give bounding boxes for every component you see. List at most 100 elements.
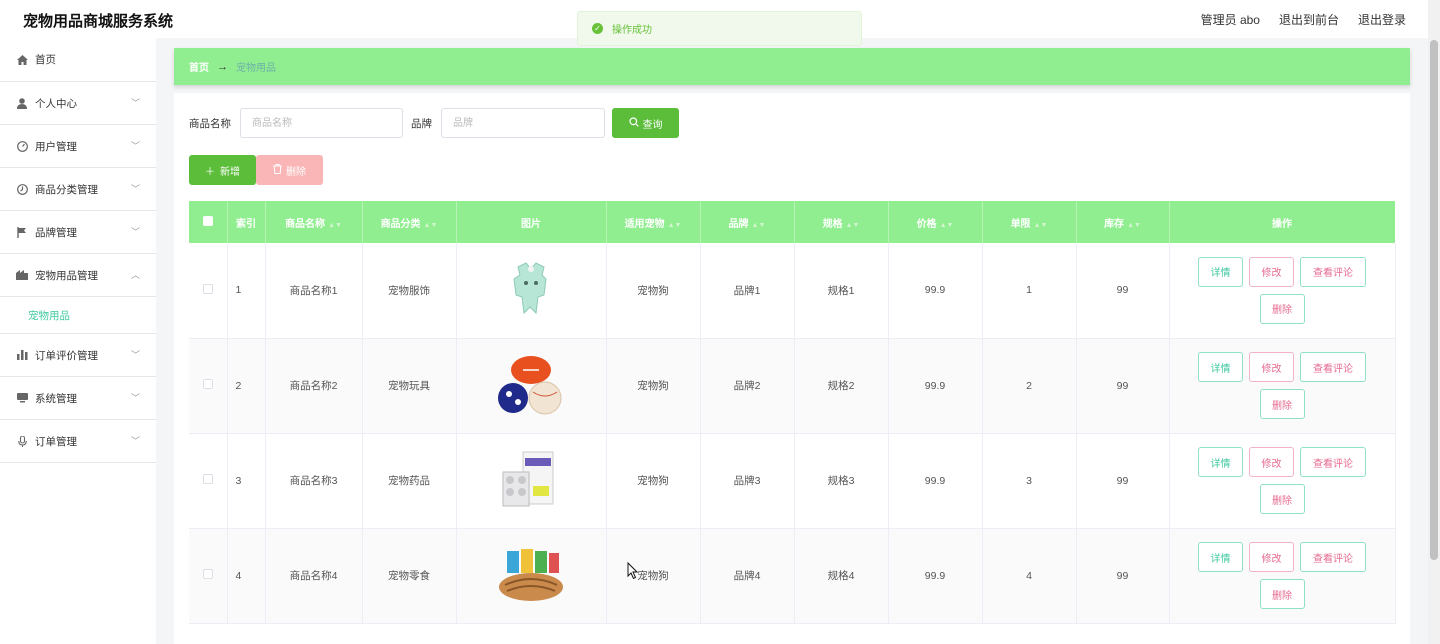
mouse-cursor-icon bbox=[627, 562, 639, 580]
cell-index: 1 bbox=[227, 243, 266, 339]
column-header[interactable]: 规格 ▲▼ bbox=[794, 201, 889, 243]
view-comments-button[interactable]: 查看评论 bbox=[1300, 352, 1366, 382]
cell-operations: 详情 修改 查看评论 删除 bbox=[1169, 338, 1396, 434]
chevron-down-icon: ﹀ bbox=[130, 98, 140, 108]
brand-search-input[interactable] bbox=[441, 108, 605, 138]
toast-message: 操作成功 bbox=[612, 25, 652, 36]
cell-pet: 宠物狗 bbox=[606, 338, 701, 434]
detail-button[interactable]: 详情 bbox=[1198, 542, 1243, 572]
cell-image bbox=[456, 338, 607, 434]
column-header[interactable]: 单限 ▲▼ bbox=[982, 201, 1077, 243]
sidebar: 首页 个人中心 ﹀ 用户管理 ﹀ 商品分类管理 ﹀ 品牌管理 ﹀ 宠物用品管理 … bbox=[0, 38, 156, 644]
chevron-down-icon: ﹀ bbox=[130, 227, 140, 237]
cell-brand: 品牌4 bbox=[700, 528, 795, 624]
cell-category: 宠物药品 bbox=[362, 433, 457, 529]
sidebar-item-reviews[interactable]: 订单评价管理 ﹀ bbox=[0, 334, 156, 377]
row-checkbox[interactable] bbox=[202, 569, 213, 579]
detail-button[interactable]: 详情 bbox=[1198, 256, 1243, 287]
cell-spec: 规格2 bbox=[794, 338, 889, 434]
row-select[interactable] bbox=[189, 528, 228, 624]
row-checkbox[interactable] bbox=[202, 474, 213, 484]
column-header[interactable]: 价格 ▲▼ bbox=[888, 201, 983, 243]
sidebar-item-label: 订单管理 bbox=[35, 435, 77, 448]
row-checkbox[interactable] bbox=[202, 283, 213, 294]
sidebar-item-users[interactable]: 用户管理 ﹀ bbox=[0, 125, 156, 168]
row-select[interactable] bbox=[189, 433, 228, 529]
select-all-header[interactable] bbox=[189, 201, 228, 243]
cell-limit: 3 bbox=[982, 433, 1077, 529]
sort-icon: ▲▼ bbox=[667, 221, 682, 229]
delete-button[interactable]: 删除 bbox=[1259, 579, 1305, 609]
name-search-input[interactable] bbox=[240, 108, 403, 138]
view-comments-button[interactable]: 查看评论 bbox=[1300, 447, 1366, 477]
sidebar-item-system[interactable]: 系统管理 ﹀ bbox=[0, 377, 156, 420]
add-button[interactable]: ＋ 新增 bbox=[189, 155, 256, 185]
to-front-link[interactable]: 退出到前台 bbox=[1279, 11, 1339, 28]
scrollbar-thumb[interactable] bbox=[1430, 40, 1438, 560]
select-all-checkbox[interactable] bbox=[202, 215, 213, 226]
view-comments-button[interactable]: 查看评论 bbox=[1300, 542, 1366, 572]
edit-button[interactable]: 修改 bbox=[1249, 256, 1294, 287]
sidebar-item-orders[interactable]: 订单管理 ﹀ bbox=[0, 420, 156, 463]
sidebar-subitem-pet-goods[interactable]: 宠物用品 bbox=[0, 297, 156, 334]
cell-price: 99.9 bbox=[888, 243, 983, 339]
column-header[interactable]: 适用宠物 ▲▼ bbox=[606, 201, 701, 243]
product-image-snacks[interactable] bbox=[492, 537, 570, 615]
sidebar-item-personal[interactable]: 个人中心 ﹀ bbox=[0, 82, 156, 125]
delete-button[interactable]: 删除 bbox=[1259, 389, 1305, 419]
search-icon bbox=[628, 116, 639, 130]
cell-image bbox=[456, 433, 607, 529]
cell-index: 2 bbox=[227, 338, 266, 434]
cell-brand: 品牌3 bbox=[700, 433, 795, 529]
add-label: 新增 bbox=[220, 166, 240, 178]
edit-button[interactable]: 修改 bbox=[1249, 447, 1294, 477]
edit-button[interactable]: 修改 bbox=[1249, 352, 1294, 382]
query-button[interactable]: 查询 bbox=[612, 108, 679, 138]
row-select[interactable] bbox=[189, 243, 228, 339]
sidebar-item-home[interactable]: 首页 bbox=[0, 38, 156, 82]
row-checkbox[interactable] bbox=[202, 379, 213, 389]
breadcrumb-home[interactable]: 首页 bbox=[189, 59, 209, 74]
product-image-clothing[interactable] bbox=[492, 251, 570, 329]
table-row: 2 商品名称2 宠物玩具 宠物狗 品牌2 规格2 99.9 2 99 详情 修改… bbox=[189, 338, 1396, 434]
action-bar: ＋ 新增 删除 bbox=[189, 155, 323, 185]
edit-button[interactable]: 修改 bbox=[1249, 542, 1294, 572]
sidebar-item-label: 宠物用品管理 bbox=[35, 269, 98, 282]
row-select[interactable] bbox=[189, 338, 228, 434]
product-image-medicine[interactable] bbox=[492, 442, 570, 520]
shop-icon bbox=[16, 269, 28, 281]
sidebar-item-pet-goods[interactable]: 宠物用品管理 ︿ bbox=[0, 254, 156, 297]
sidebar-item-label: 订单评价管理 bbox=[35, 349, 98, 362]
cell-price: 99.9 bbox=[888, 528, 983, 624]
sidebar-item-brand[interactable]: 品牌管理 ﹀ bbox=[0, 211, 156, 254]
delete-button[interactable]: 删除 bbox=[1259, 484, 1305, 514]
gauge-icon bbox=[16, 140, 28, 152]
query-label: 查询 bbox=[642, 119, 663, 131]
view-comments-button[interactable]: 查看评论 bbox=[1300, 256, 1366, 287]
logout-link[interactable]: 退出登录 bbox=[1358, 11, 1406, 28]
batch-delete-button[interactable]: 删除 bbox=[256, 155, 323, 185]
submenu-label: 宠物用品 bbox=[28, 309, 70, 322]
sidebar-item-category[interactable]: 商品分类管理 ﹀ bbox=[0, 168, 156, 211]
column-header[interactable]: 库存 ▲▼ bbox=[1076, 201, 1170, 243]
plus-icon: ＋ bbox=[205, 166, 215, 178]
sort-icon: ▲▼ bbox=[328, 221, 342, 229]
sidebar-item-label: 首页 bbox=[35, 54, 56, 66]
detail-button[interactable]: 详情 bbox=[1198, 447, 1243, 477]
cell-spec: 规格4 bbox=[794, 528, 889, 624]
table-row: 4 商品名称4 宠物零食 宠物狗 品牌4 规格4 99.9 4 99 详情 修改… bbox=[189, 528, 1396, 624]
chevron-down-icon: ﹀ bbox=[130, 184, 140, 194]
cell-stock: 99 bbox=[1076, 243, 1170, 339]
cell-operations: 详情 修改 查看评论 删除 bbox=[1169, 528, 1396, 624]
cell-category: 宠物零食 bbox=[362, 528, 457, 624]
cell-stock: 99 bbox=[1076, 528, 1170, 624]
column-header[interactable]: 商品分类 ▲▼ bbox=[362, 201, 457, 243]
cell-brand: 品牌1 bbox=[700, 243, 795, 339]
delete-button[interactable]: 删除 bbox=[1259, 293, 1305, 324]
cell-name: 商品名称4 bbox=[265, 528, 363, 624]
column-header[interactable]: 商品名称 ▲▼ bbox=[265, 201, 363, 243]
page-scrollbar[interactable] bbox=[1428, 0, 1440, 644]
detail-button[interactable]: 详情 bbox=[1198, 352, 1243, 382]
product-image-toys[interactable] bbox=[492, 347, 570, 425]
column-header[interactable]: 品牌 ▲▼ bbox=[700, 201, 795, 243]
